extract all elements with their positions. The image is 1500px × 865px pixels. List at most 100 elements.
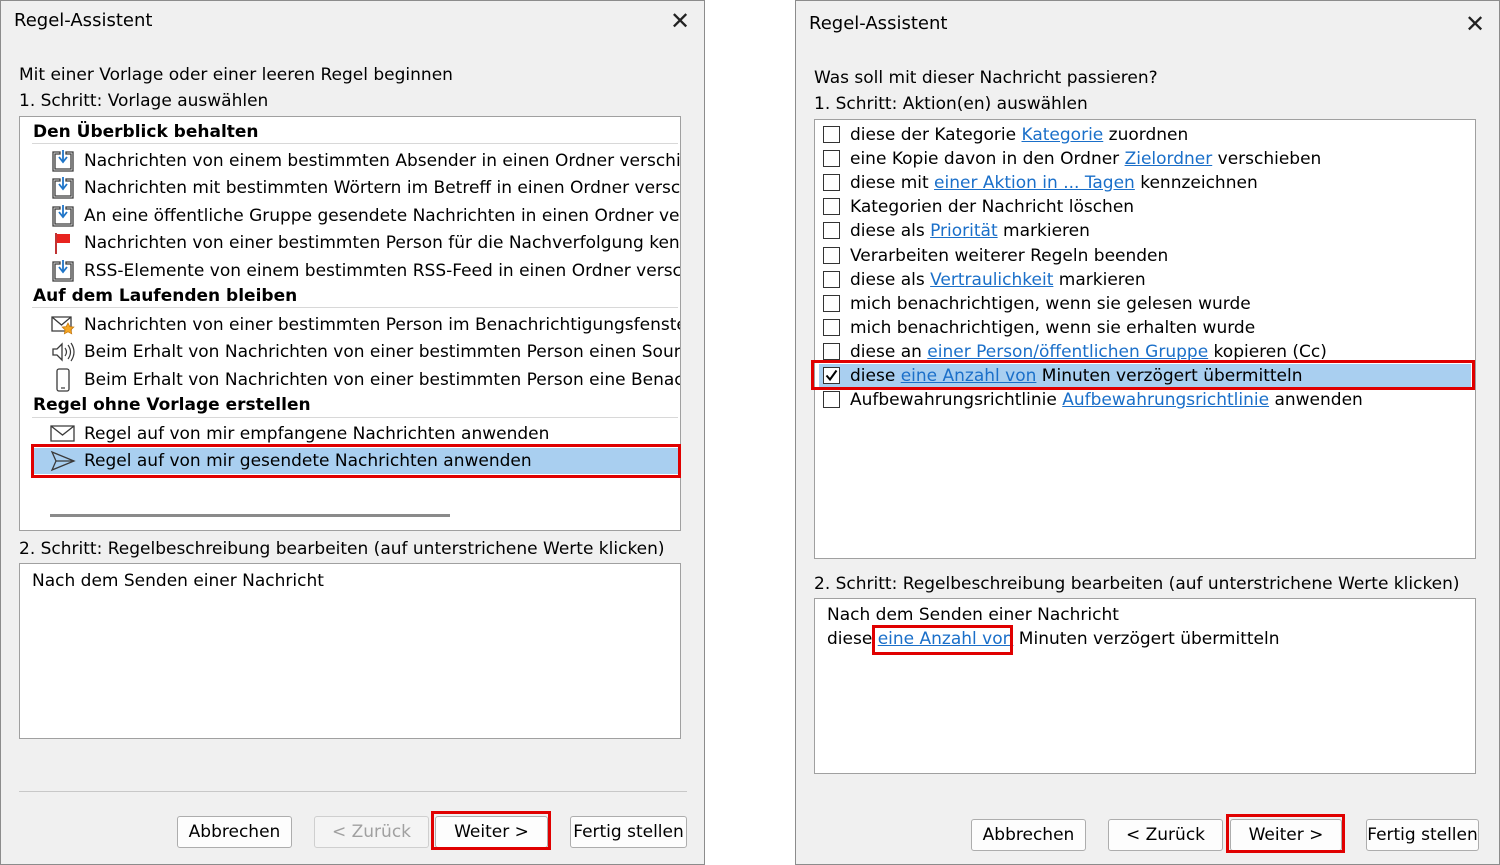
checkbox[interactable] (823, 271, 840, 288)
description-line: Nach dem Senden einer Nachricht (827, 605, 1119, 625)
finish-button[interactable]: Fertig stellen (1366, 819, 1479, 851)
list-item[interactable]: An eine öffentliche Gruppe gesendete Nac… (32, 203, 680, 229)
action-option[interactable]: Kategorien der Nachricht löschen (819, 195, 1471, 219)
action-text: Verarbeiten weiterer Regeln beenden (850, 246, 1169, 266)
list-item[interactable]: Regel auf von mir empfangene Nachrichten… (32, 421, 680, 447)
action-option[interactable]: diese der Kategorie Kategorie zuordnen (819, 123, 1471, 147)
action-option[interactable]: diese als Vertraulichkeit markieren (819, 268, 1471, 292)
list-item[interactable]: Nachrichten von einer bestimmten Person … (32, 312, 680, 338)
step2-label: 2. Schritt: Regelbeschreibung bearbeiten… (19, 539, 665, 559)
cancel-button[interactable]: Abbrechen (971, 819, 1086, 851)
action-label: Aufbewahrungsrichtlinie Aufbewahrungsric… (850, 388, 1363, 412)
folder-move-icon (50, 149, 76, 173)
description-line: Nach dem Senden einer Nachricht (32, 571, 324, 591)
list-item[interactable]: Nachrichten mit bestimmten Wörtern im Be… (32, 175, 680, 201)
rule-wizard-dialog-step2: Regel-Assistent ✕ Was soll mit dieser Na… (795, 0, 1500, 865)
action-option[interactable]: diese als Priorität markieren (819, 219, 1471, 243)
action-text: diese als (850, 221, 931, 241)
action-label: diese mit einer Aktion in ... Tagen kenn… (850, 171, 1258, 195)
finish-button[interactable]: Fertig stellen (570, 816, 687, 848)
checkbox[interactable] (823, 174, 840, 191)
action-value-link[interactable]: Vertraulichkeit (930, 270, 1053, 290)
action-label: mich benachrichtigen, wenn sie gelesen w… (850, 292, 1251, 316)
action-text: diese (850, 366, 901, 386)
dialog-title: Regel-Assistent (809, 13, 948, 34)
back-button[interactable]: < Zurück (314, 816, 429, 848)
action-option[interactable]: eine Kopie davon in den Ordner Zielordne… (819, 147, 1471, 171)
checkbox-checked[interactable] (823, 367, 840, 384)
back-button[interactable]: < Zurück (1108, 819, 1223, 851)
close-icon[interactable]: ✕ (1465, 12, 1485, 36)
template-list[interactable]: Den Überblick behalten Auf dem Laufenden… (19, 116, 681, 531)
action-option[interactable]: Aufbewahrungsrichtlinie Aufbewahrungsric… (819, 388, 1471, 412)
action-label: diese an einer Person/öffentlichen Grupp… (850, 340, 1327, 364)
action-value-link[interactable]: eine Anzahl von (901, 366, 1037, 386)
list-item-label: Nachrichten von einem bestimmten Absende… (84, 151, 681, 171)
action-text: Aufbewahrungsrichtlinie (850, 390, 1063, 410)
action-option[interactable]: diese mit einer Aktion in ... Tagen kenn… (819, 171, 1471, 195)
list-item[interactable]: Beim Erhalt von Nachrichten von einer be… (32, 339, 680, 365)
cancel-button[interactable]: Abbrechen (177, 816, 292, 848)
action-label: eine Kopie davon in den Ordner Zielordne… (850, 147, 1321, 171)
checkbox[interactable] (823, 343, 840, 360)
folder-move-icon (50, 259, 76, 283)
list-item-label: Beim Erhalt von Nachrichten von einer be… (84, 370, 681, 390)
list-item-selected[interactable]: Regel auf von mir gesendete Nachrichten … (32, 448, 680, 474)
action-value-link[interactable]: einer Aktion in ... Tagen (934, 173, 1135, 193)
group-header: Den Überblick behalten (33, 122, 259, 142)
count-link[interactable]: eine Anzahl von (878, 629, 1014, 649)
folder-move-icon (50, 204, 76, 228)
action-value-link[interactable]: einer Person/öffentlichen Gruppe (927, 342, 1208, 362)
action-option[interactable]: mich benachrichtigen, wenn sie erhalten … (819, 316, 1471, 340)
action-list[interactable]: diese der Kategorie Kategorie zuordnen ei… (814, 119, 1476, 559)
action-value-link[interactable]: Aufbewahrungsrichtlinie (1062, 390, 1269, 410)
action-text: Kategorien der Nachricht löschen (850, 197, 1135, 217)
list-item[interactable]: Beim Erhalt von Nachrichten von einer be… (32, 367, 680, 393)
intro-text: Mit einer Vorlage oder einer leeren Rege… (19, 65, 453, 85)
envelope-icon (50, 422, 76, 446)
action-text: mich benachrichtigen, wenn sie erhalten … (850, 318, 1256, 338)
description-line: diese eine Anzahl von Minuten verzögert … (827, 629, 1279, 649)
list-item-label: Regel auf von mir gesendete Nachrichten … (84, 451, 532, 471)
list-item[interactable]: RSS-Elemente von einem bestimmten RSS-Fe… (32, 258, 680, 284)
checkbox[interactable] (823, 222, 840, 239)
action-value-link[interactable]: Priorität (930, 221, 998, 241)
checkbox[interactable] (823, 319, 840, 336)
action-label: mich benachrichtigen, wenn sie erhalten … (850, 316, 1255, 340)
list-item-label: Nachrichten mit bestimmten Wörtern im Be… (84, 178, 681, 198)
next-button[interactable]: Weiter > (435, 816, 548, 848)
horizontal-scrollbar[interactable] (50, 514, 450, 517)
list-item-label: Nachrichten von einer bestimmten Person … (84, 315, 681, 335)
rule-description-box[interactable]: Nach dem Senden einer Nachricht (19, 563, 681, 739)
action-text: markieren (1053, 270, 1146, 290)
list-item-label: Beim Erhalt von Nachrichten von einer be… (84, 342, 681, 362)
action-option[interactable]: diese eine Anzahl von Minuten verzögert … (819, 364, 1471, 388)
action-value-link[interactable]: Kategorie (1022, 125, 1104, 145)
step1-label: 1. Schritt: Vorlage auswählen (19, 91, 269, 111)
next-button[interactable]: Weiter > (1230, 819, 1342, 851)
list-item-label: An eine öffentliche Gruppe gesendete Nac… (84, 206, 681, 226)
list-item-label: RSS-Elemente von einem bestimmten RSS-Fe… (84, 261, 681, 281)
checkbox[interactable] (823, 150, 840, 167)
action-text: verschieben (1212, 149, 1322, 169)
checkbox[interactable] (823, 198, 840, 215)
action-option[interactable]: mich benachrichtigen, wenn sie gelesen w… (819, 292, 1471, 316)
list-item[interactable]: Nachrichten von einem bestimmten Absende… (32, 148, 680, 174)
checkbox[interactable] (823, 391, 840, 408)
rule-description-box[interactable]: Nach dem Senden einer Nachricht diese ei… (814, 598, 1476, 774)
action-option[interactable]: Verarbeiten weiterer Regeln beenden (819, 244, 1471, 268)
send-icon (50, 449, 76, 473)
action-option[interactable]: diese an einer Person/öffentlichen Grupp… (819, 340, 1471, 364)
checkbox[interactable] (823, 126, 840, 143)
list-item[interactable]: Nachrichten von einer bestimmten Person … (32, 230, 680, 256)
action-text: diese der Kategorie (850, 125, 1022, 145)
action-value-link[interactable]: Zielordner (1125, 149, 1213, 169)
action-label: Verarbeiten weiterer Regeln beenden (850, 244, 1168, 268)
step1-label: 1. Schritt: Aktion(en) auswählen (814, 94, 1088, 114)
step2-label: 2. Schritt: Regelbeschreibung bearbeiten… (814, 574, 1460, 594)
divider (19, 791, 687, 792)
checkbox[interactable] (823, 295, 840, 312)
group-header: Auf dem Laufenden bleiben (33, 286, 298, 306)
close-icon[interactable]: ✕ (670, 9, 690, 33)
checkbox[interactable] (823, 247, 840, 264)
